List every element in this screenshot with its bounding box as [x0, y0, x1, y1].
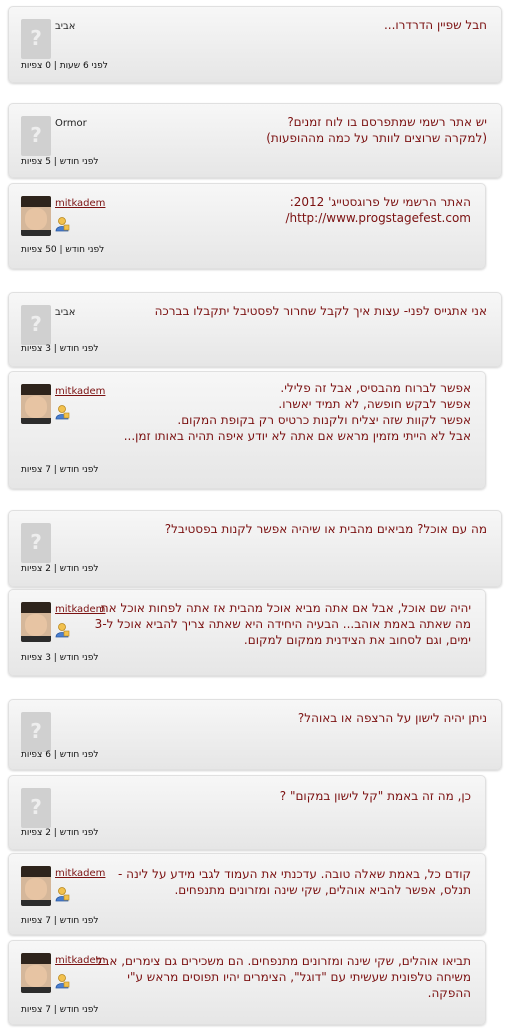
add-buddy-icon[interactable] — [54, 404, 70, 420]
comment-text-line: http://www.progstagefest.com/ — [285, 211, 471, 225]
comment-text-line: תביאו אוהלים, שקי שינה ומזרונים מתנפחים.… — [95, 954, 471, 968]
user-avatar[interactable] — [21, 196, 51, 236]
comment-text-line: אבל לא הייתי מזמין מראש אם אתה לא יודע א… — [123, 429, 471, 443]
comment-meta: לפני חודש | 50 צפיות — [21, 245, 105, 255]
add-buddy-icon[interactable] — [54, 622, 70, 638]
user-avatar[interactable] — [21, 602, 51, 642]
comment-card: mitkadem אפשר לברוח מהבסיס, אבל זה פלילי… — [8, 371, 486, 489]
comment-author: אביב — [55, 307, 76, 318]
comment-text-line: (למקרה שרוצים לוותר על כמה מההופעות) — [266, 131, 487, 145]
comment-meta: לפני חודש | 3 צפיות — [21, 344, 99, 354]
comment-card: mitkadem תביאו אוהלים, שקי שינה ומזרונים… — [8, 940, 486, 1025]
comment-text-line: אפשר לקוות שזה יצליח ולקנות כרטיס רק בקו… — [177, 413, 471, 427]
comment-text: תביאו אוהלים, שקי שינה ומזרונים מתנפחים.… — [93, 953, 471, 1001]
comment-text-line: משיחה טלפונית שעשיתי עם "דוגל", הצימרים … — [127, 970, 471, 984]
comment-text-line: יש אתר רשמי שמתפרסם בו לוח זמנים? — [287, 115, 487, 129]
comment-meta: לפני חודש | 2 צפיות — [21, 564, 99, 574]
comment-text: יהיה שם אוכל, אבל אם אתה מביא אוכל מהבית… — [93, 600, 471, 648]
comment-meta: לפני 6 שעות | 0 צפיות — [21, 61, 108, 71]
anonymous-avatar-icon: ? — [21, 712, 51, 752]
comment-meta: לפני חודש | 6 צפיות — [21, 750, 99, 760]
comment-text: קודם כל, באמת שאלה טובה. עדכנתי את העמוד… — [93, 866, 471, 898]
comment-text-line: ניתן יהיה לישון על הרצפה או באוהל? — [297, 711, 487, 725]
comment-text: האתר הרשמי של פרוגסטייג' 2012: http://www… — [93, 194, 471, 226]
comment-card: mitkadem קודם כל, באמת שאלה טובה. עדכנתי… — [8, 853, 486, 935]
comment-card: ? אביב אני אתגייס לפני- עצות איך לקבל שחרו… — [8, 292, 502, 367]
comment-text: כן, מה זה באמת "קל לישון במקום" ? — [93, 788, 471, 804]
comment-text: אני אתגייס לפני- עצות איך לקבל שחרור לפס… — [93, 303, 487, 319]
user-avatar[interactable] — [21, 953, 51, 993]
comment-text-line: מה שאתה באמת אוהב... הבעיה היחידה היא שא… — [94, 617, 471, 631]
comment-text-line: ימים, וגם לסחוב את הצידנית ממקום למקום. — [243, 633, 471, 647]
comment-text-line: מה עם אוכל? מביאים מהבית או שיהיה אפשר ל… — [164, 522, 487, 536]
comment-meta: לפני חודש | 7 צפיות — [21, 1005, 99, 1015]
comment-meta: לפני חודש | 5 צפיות — [21, 157, 99, 167]
comment-text-line: כן, מה זה באמת "קל לישון במקום" ? — [279, 789, 471, 803]
comment-text-line: ההפקה. — [427, 986, 471, 1000]
comment-text: ניתן יהיה לישון על הרצפה או באוהל? — [93, 710, 487, 726]
comment-text-line: אפשר לברוח מהבסיס, אבל זה פלילי. — [280, 381, 471, 395]
comment-text: יש אתר רשמי שמתפרסם בו לוח זמנים? (למקרה … — [93, 114, 487, 146]
anonymous-avatar-icon: ? — [21, 788, 51, 828]
comment-meta: לפני חודש | 3 צפיות — [21, 653, 99, 663]
comment-card: ? אביב חבל שפיין הדרדרו... לפני 6 שעות | 0 … — [8, 6, 502, 83]
comment-text-line: חבל שפיין הדרדרו... — [383, 18, 487, 32]
comment-text: מה עם אוכל? מביאים מהבית או שיהיה אפשר ל… — [93, 521, 487, 537]
comment-card: mitkadem יהיה שם אוכל, אבל אם אתה מביא א… — [8, 589, 486, 676]
comment-text-line: יהיה שם אוכל, אבל אם אתה מביא אוכל מהבית… — [100, 601, 471, 615]
anonymous-avatar-icon: ? — [21, 305, 51, 345]
comment-text: אפשר לברוח מהבסיס, אבל זה פלילי. אפשר לבק… — [93, 380, 471, 444]
comment-card: ? Ormor יש אתר רשמי שמתפרסם בו לוח זמנים? (… — [8, 103, 502, 178]
comment-text-line: האתר הרשמי של פרוגסטייג' 2012: — [289, 195, 471, 209]
comment-meta: לפני חודש | 2 צפיות — [21, 828, 99, 838]
add-buddy-icon[interactable] — [54, 216, 70, 232]
anonymous-avatar-icon: ? — [21, 116, 51, 156]
comment-meta: לפני חודש | 7 צפיות — [21, 465, 99, 475]
comment-text-line: אפשר לבקש חופשה, לא תמיד יאשרו. — [278, 397, 471, 411]
comment-card: ? כן, מה זה באמת "קל לישון במקום" ? לפני ח… — [8, 775, 486, 850]
add-buddy-icon[interactable] — [54, 886, 70, 902]
anonymous-avatar-icon: ? — [21, 523, 51, 563]
comment-card: mitkadem האתר הרשמי של פרוגסטייג' 2012: h… — [8, 183, 486, 269]
add-buddy-icon[interactable] — [54, 973, 70, 989]
comment-text-line: תנלס, אפשר להביא אוהלים, שקי שינה ומזרונ… — [174, 883, 471, 897]
comment-text-line: אני אתגייס לפני- עצות איך לקבל שחרור לפס… — [154, 304, 487, 318]
anonymous-avatar-icon: ? — [21, 19, 51, 59]
comment-meta: לפני חודש | 7 צפיות — [21, 916, 99, 926]
comment-author: Ormor — [55, 118, 87, 129]
comment-text: חבל שפיין הדרדרו... — [93, 17, 487, 33]
comment-card: ? מה עם אוכל? מביאים מהבית או שיהיה אפשר … — [8, 510, 502, 587]
comment-text-line: קודם כל, באמת שאלה טובה. עדכנתי את העמוד… — [118, 867, 471, 881]
user-avatar[interactable] — [21, 866, 51, 906]
comment-card: ? ניתן יהיה לישון על הרצפה או באוהל? לפני … — [8, 699, 502, 770]
comment-author: אביב — [55, 21, 76, 32]
user-avatar[interactable] — [21, 384, 51, 424]
